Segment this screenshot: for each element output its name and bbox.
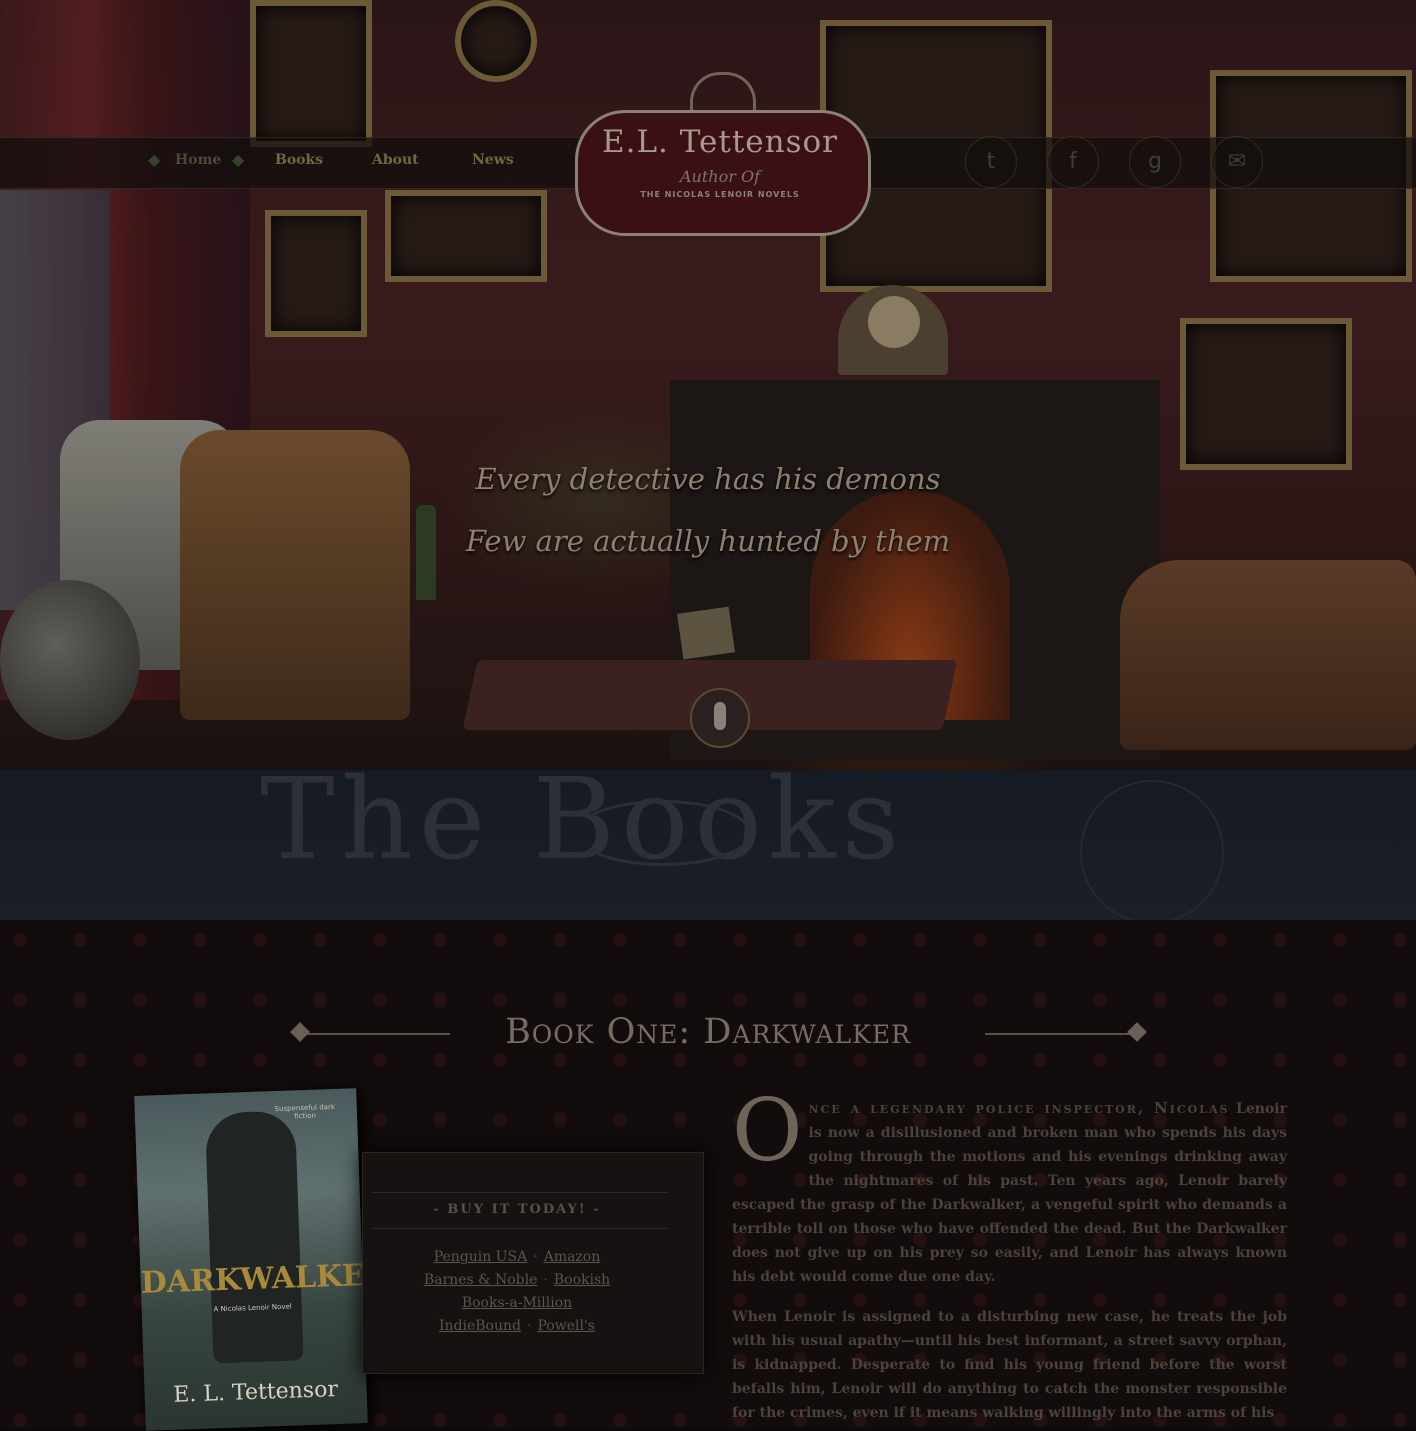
cover-blurb: Suspenseful dark fiction (274, 1102, 336, 1121)
logo-author-name: E.L. Tettensor (601, 124, 838, 160)
portrait-frame (250, 0, 372, 147)
link-powells[interactable]: Powell's (537, 1318, 595, 1334)
link-bookish[interactable]: Bookish (554, 1272, 610, 1288)
sofa-image (1120, 560, 1416, 750)
goodreads-icon[interactable]: g (1129, 136, 1181, 188)
separator: · (533, 1249, 538, 1265)
cover-figure (204, 1110, 304, 1364)
globe-image (0, 580, 140, 740)
portrait-frame (385, 190, 547, 282)
link-amazon[interactable]: Amazon (544, 1249, 601, 1265)
logo-subtitle: Author Of (680, 167, 760, 186)
portrait-frame (265, 210, 367, 337)
nav-about[interactable]: About (372, 152, 419, 168)
link-indiebound[interactable]: IndieBound (439, 1318, 521, 1334)
chevron-left-icon: ◆ (148, 150, 161, 169)
retailer-line: Barnes & Noble · Bookish (362, 1269, 672, 1288)
retailer-line: Penguin USA · Amazon (362, 1246, 672, 1265)
link-penguin-usa[interactable]: Penguin USA (434, 1249, 528, 1265)
nav-books[interactable]: Books (275, 152, 323, 168)
figure-icon (714, 702, 726, 730)
nav-home[interactable]: Home (175, 152, 221, 168)
link-books-a-million[interactable]: Books-a-Million (462, 1295, 572, 1311)
cover-author: E. L. Tettensor (172, 1377, 339, 1408)
hero-tagline-2: Few are actually hunted by them (465, 524, 951, 558)
box-image (677, 606, 735, 660)
buy-rule-bottom (372, 1228, 668, 1229)
seal-ornament (1080, 780, 1224, 924)
site-logo[interactable]: E.L. Tettensor Author Of THE NICOLAS LEN… (575, 70, 871, 260)
scroll-down-medallion[interactable] (690, 688, 750, 748)
clock-face-image (868, 296, 920, 348)
hero-tagline-1: Every detective has his demons (475, 462, 941, 496)
retailer-line: IndieBound · Powell's (362, 1315, 672, 1334)
synopsis-paragraph-1: Lenoir is now a disillusioned and broken… (732, 1101, 1287, 1285)
portrait-frame (1180, 318, 1352, 470)
synopsis-lead: nce a legendary police inspector, Nicola… (808, 1099, 1230, 1117)
crest-ornament (690, 72, 756, 115)
cover-title: DARKWALKER (140, 1257, 368, 1301)
dropcap-letter: O (732, 1081, 803, 1181)
separator: · (526, 1318, 532, 1334)
email-icon[interactable]: ✉ (1211, 136, 1263, 188)
nav-news[interactable]: News (472, 152, 514, 168)
swirl-ornament (575, 800, 751, 866)
buy-rule-top (372, 1192, 668, 1193)
separator: · (543, 1272, 548, 1288)
facebook-icon[interactable]: f (1047, 136, 1099, 188)
retailer-line: Books-a-Million (362, 1292, 672, 1311)
chevron-right-icon: ◆ (232, 150, 245, 169)
portrait-frame (455, 0, 537, 82)
link-barnes-noble[interactable]: Barnes & Noble (424, 1272, 538, 1288)
synopsis-paragraph-2: When Lenoir is assigned to a disturbing … (732, 1309, 1287, 1421)
buy-heading: - BUY IT TODAY! - (433, 1202, 601, 1217)
logo-series: THE NICOLAS LENOIR NOVELS (640, 190, 800, 199)
book-heading: Book One: Darkwalker (505, 1012, 911, 1052)
book-synopsis: O nce a legendary police inspector, Nico… (732, 1088, 1287, 1425)
book-cover-image[interactable]: Suspenseful dark fiction DARKWALKER A Ni… (134, 1088, 368, 1431)
twitter-icon[interactable]: t (965, 136, 1017, 188)
